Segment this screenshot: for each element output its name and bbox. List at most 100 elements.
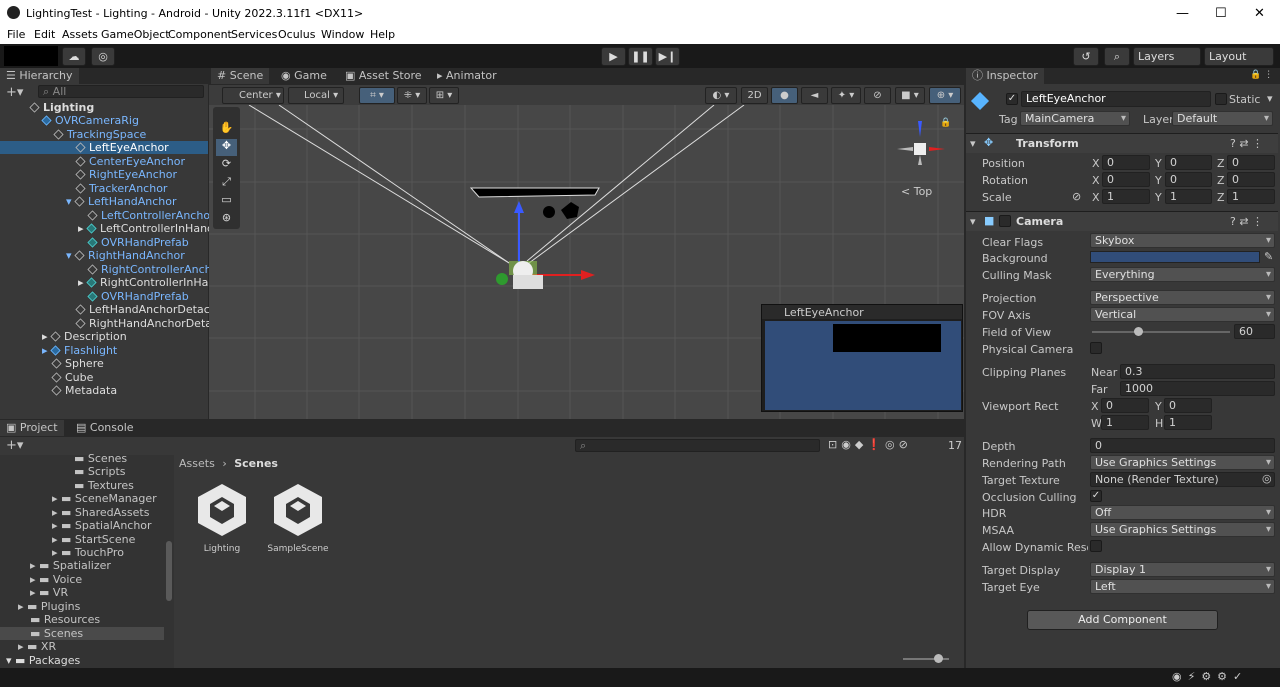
position-x-field[interactable]: 0 (1102, 155, 1150, 170)
space-dropdown[interactable]: Local ▾ (288, 87, 344, 104)
hierarchy-item[interactable]: OVRCameraRig (41, 114, 139, 127)
hierarchy-item[interactable]: ▾ RightHandAnchor (66, 249, 185, 262)
physical-camera-checkbox[interactable] (1090, 342, 1102, 354)
search-icon[interactable]: ⌕ (1104, 47, 1130, 66)
tab-scene[interactable]: # Scene (211, 68, 270, 84)
dynamic-resolution-checkbox[interactable] (1090, 540, 1102, 552)
target-eye-dropdown[interactable]: Left (1090, 579, 1275, 594)
hierarchy-item[interactable]: LeftHandAnchorDetache (75, 303, 224, 316)
hierarchy-item[interactable]: CenterEyeAnchor (75, 155, 185, 168)
menu-help[interactable]: Help (370, 28, 395, 41)
folder-item-selected[interactable]: ▬ Scenes (0, 627, 164, 640)
transform-header[interactable]: ▾ ✥ Transform ? ⇄ ⋮ (966, 133, 1278, 153)
menu-services[interactable]: Services (231, 28, 277, 41)
lock-icon[interactable]: 🔒 (940, 118, 951, 128)
inspector-lock-icon[interactable]: 🔒 ⋮ (1250, 70, 1273, 80)
folder-item[interactable]: ▸ ▬ XR (18, 640, 56, 653)
pivot-dropdown[interactable]: Center ▾ (222, 87, 284, 104)
scale-tool-icon[interactable]: ⤢ (216, 175, 237, 192)
hidden-icon[interactable]: ⊘ (864, 87, 891, 104)
layers-dropdown[interactable]: Layers (1133, 47, 1201, 66)
tree-scrollbar[interactable] (166, 541, 172, 601)
menu-component[interactable]: Component (168, 28, 232, 41)
rendering-path-dropdown[interactable]: Use Graphics Settings (1090, 455, 1275, 470)
rect-tool-icon[interactable]: ▭ (216, 193, 237, 210)
scale-y-field[interactable]: 1 (1165, 189, 1212, 204)
tab-animator[interactable]: ▸ Animator (431, 68, 503, 84)
tab-inspector[interactable]: ⓘ Inspector (966, 68, 1044, 84)
hierarchy-item[interactable]: Cube (51, 371, 93, 384)
2d-toggle[interactable]: 2D (741, 87, 768, 104)
position-z-field[interactable]: 0 (1227, 155, 1275, 170)
breadcrumb-scenes[interactable]: Scenes (234, 457, 278, 470)
fov-slider-thumb[interactable] (1134, 327, 1143, 336)
step-button[interactable]: ▶❙ (655, 47, 680, 66)
folder-item[interactable]: ▸ ▬ Spatializer (30, 559, 111, 572)
depth-field[interactable]: 0 (1090, 438, 1275, 453)
tag-dropdown[interactable]: MainCamera (1020, 111, 1130, 126)
asset-tile[interactable]: SampleScene (266, 482, 330, 562)
hand-tool-icon[interactable]: ✋ (216, 121, 237, 138)
object-picker-icon[interactable]: ◎ (1262, 472, 1272, 485)
hierarchy-item[interactable]: RightEyeAnchor (75, 168, 177, 181)
hierarchy-item[interactable]: ▸ RightControllerInHand (78, 276, 222, 289)
zoom-slider[interactable] (903, 654, 949, 663)
cloud-icon[interactable]: ☁ (62, 47, 86, 66)
pause-button[interactable]: ❚❚ (628, 47, 653, 66)
rotation-z-field[interactable]: 0 (1227, 172, 1275, 187)
viewport-x-field[interactable]: 0 (1101, 398, 1149, 413)
gizmos-icon[interactable]: ⊕ ▾ (929, 87, 961, 104)
layout-dropdown[interactable]: Layout (1204, 47, 1274, 66)
close-icon[interactable]: ✕ (1254, 6, 1265, 21)
hierarchy-item[interactable]: RightHandAnchorDetach (75, 317, 225, 330)
menu-file[interactable]: File (7, 28, 25, 41)
rotate-tool-icon[interactable]: ⟳ (216, 157, 237, 174)
tab-game[interactable]: ◉ Game (275, 68, 333, 84)
target-texture-field[interactable]: None (Render Texture) (1090, 472, 1275, 487)
menu-gameobject[interactable]: GameObject (101, 28, 170, 41)
hierarchy-item[interactable]: LeftControllerAnchor (87, 209, 215, 222)
tab-asset-store[interactable]: ▣ Asset Store (339, 68, 428, 84)
snap-icon[interactable]: ⁜ ▾ (397, 87, 427, 104)
maximize-icon[interactable]: ☐ (1215, 6, 1227, 21)
grid-snap-icon[interactable]: ⌗ ▾ (359, 87, 395, 104)
viewport-y-field[interactable]: 0 (1164, 398, 1212, 413)
msaa-dropdown[interactable]: Use Graphics Settings (1090, 522, 1275, 537)
effects-icon[interactable]: ✦ ▾ (831, 87, 861, 104)
menu-edit[interactable]: Edit (34, 28, 55, 41)
history-icon[interactable]: ↺ (1073, 47, 1099, 66)
folder-item[interactable]: ▸ ▬ SpatialAnchor (52, 519, 152, 532)
rotation-y-field[interactable]: 0 (1165, 172, 1212, 187)
project-search-input[interactable]: ⌕ (575, 439, 820, 452)
projection-dropdown[interactable]: Perspective (1090, 290, 1275, 305)
minimize-icon[interactable]: — (1176, 6, 1189, 21)
position-y-field[interactable]: 0 (1165, 155, 1212, 170)
viewport-w-field[interactable]: 1 (1101, 415, 1149, 430)
lighting-icon[interactable]: ● (771, 87, 798, 104)
project-add-icon[interactable]: +▾ (6, 438, 23, 453)
folder-item[interactable]: ▸ ▬ Plugins (18, 600, 80, 613)
tab-console[interactable]: ▤ Console (70, 420, 140, 436)
fov-axis-dropdown[interactable]: Vertical (1090, 307, 1275, 322)
active-checkbox[interactable]: ✓ (1006, 93, 1018, 105)
far-field[interactable]: 1000 (1120, 381, 1275, 396)
object-name-field[interactable]: LeftEyeAnchor (1021, 91, 1211, 107)
collab-icon[interactable]: ◎ (91, 47, 115, 66)
folder-item[interactable]: ▸ ▬ StartScene (52, 533, 135, 546)
fov-slider[interactable] (1092, 327, 1230, 336)
hierarchy-item[interactable]: ▸ Flashlight (42, 344, 117, 357)
breadcrumb-assets[interactable]: Assets (179, 457, 215, 470)
add-icon[interactable]: +▾ (6, 85, 23, 100)
hierarchy-item[interactable]: OVRHandPrefab (87, 236, 189, 249)
culling-mask-dropdown[interactable]: Everything (1090, 267, 1275, 282)
hierarchy-item[interactable]: Metadata (51, 384, 117, 397)
hierarchy-item[interactable]: Sphere (51, 357, 104, 370)
hierarchy-item-lighting[interactable]: Lighting (29, 101, 94, 114)
tab-project[interactable]: ▣ Project (0, 420, 64, 436)
account-button[interactable] (4, 46, 58, 66)
hdr-dropdown[interactable]: Off (1090, 505, 1275, 520)
camera-enabled-checkbox[interactable] (999, 215, 1011, 227)
play-button[interactable]: ▶ (601, 47, 626, 66)
layer-dropdown[interactable]: Default (1172, 111, 1273, 126)
hierarchy-item[interactable]: TrackerAnchor (75, 182, 167, 195)
